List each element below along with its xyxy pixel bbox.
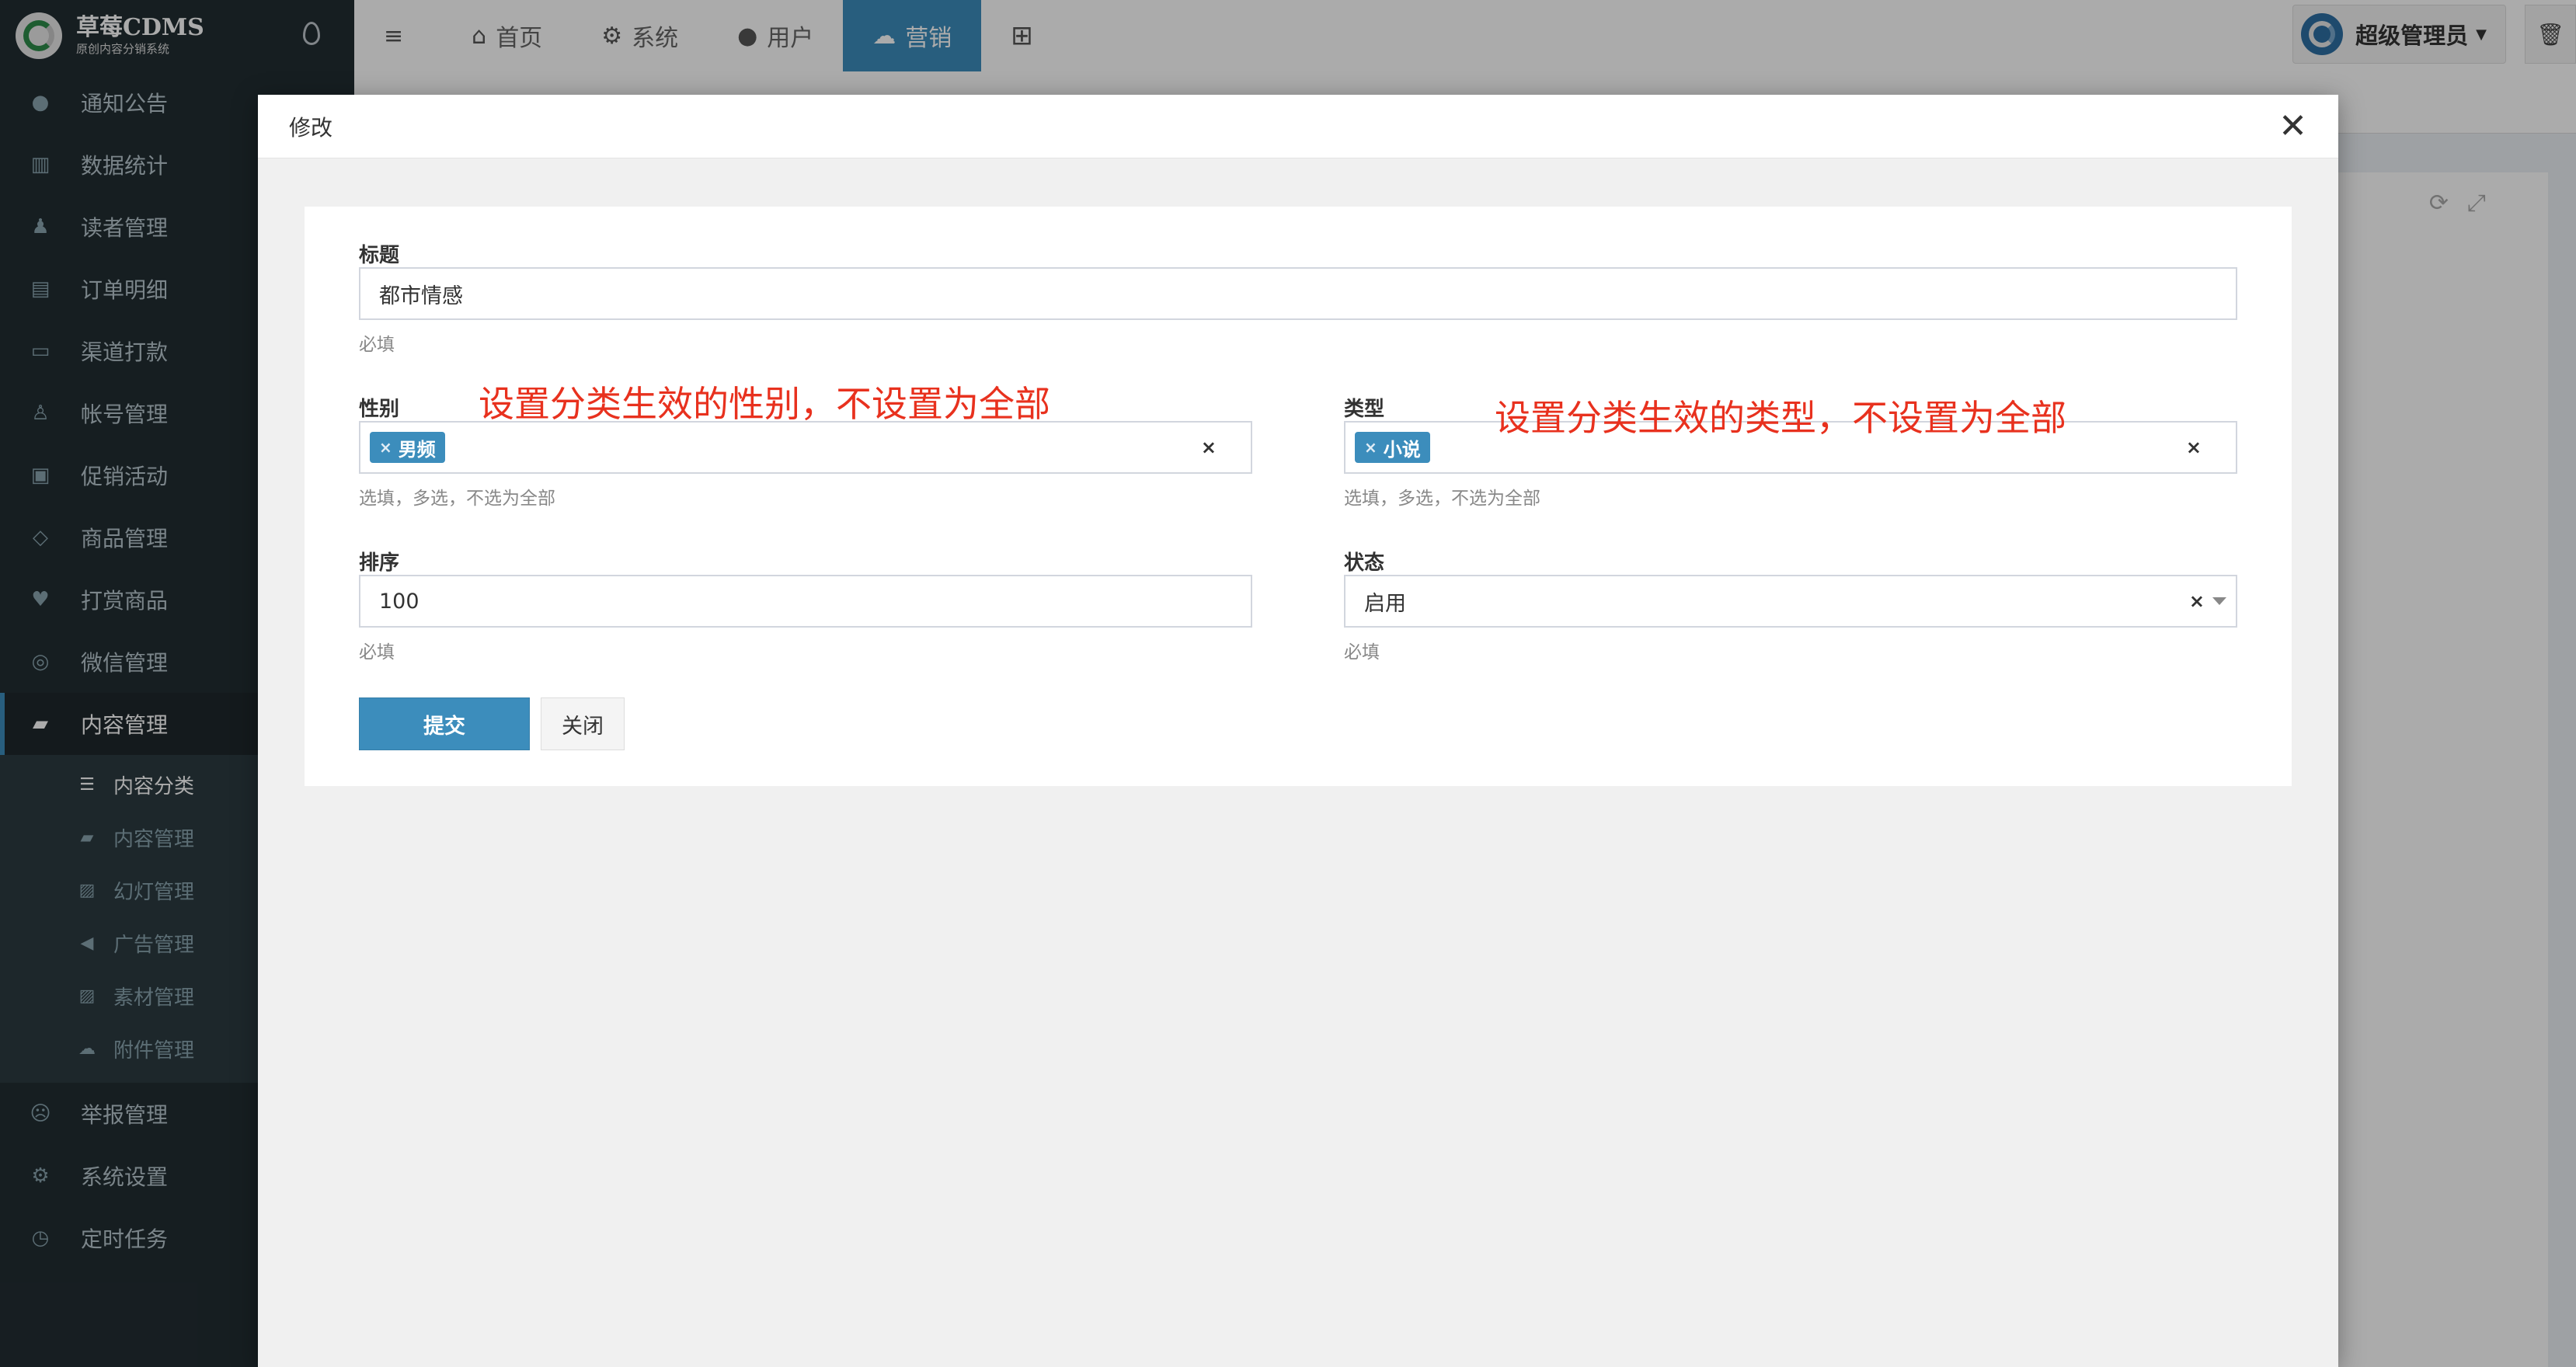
sort-field-group: 排序 100 必填 (359, 547, 1252, 663)
sort-input[interactable]: 100 (359, 575, 1252, 628)
dropdown-caret-icon[interactable] (2212, 597, 2226, 605)
status-help: 必填 (1344, 642, 1380, 663)
gender-help: 选填，多选，不选为全部 (359, 489, 555, 509)
edit-form: 标题 都市情感 必填 性别 × 男频 × 选填，多选，不选为全部 类型 × 小说 ×… (305, 207, 2292, 786)
close-button[interactable]: 关闭 (541, 697, 625, 750)
modal-header: 修改 ✕ (258, 95, 2338, 158)
title-field-group: 标题 都市情感 必填 (359, 239, 2237, 356)
clear-gender-icon[interactable]: × (1201, 437, 1217, 458)
type-annotation: 设置分类生效的类型，不设置为全部 (1495, 397, 2066, 439)
type-tag-label: 小说 (1383, 438, 1421, 461)
gender-select[interactable]: × 男频 × (359, 421, 1252, 474)
gender-annotation: 设置分类生效的性别，不设置为全部 (479, 383, 1050, 425)
status-label: 状态 (1344, 551, 1385, 575)
title-input[interactable]: 都市情感 (359, 267, 2237, 320)
modal-title: 修改 (289, 114, 333, 141)
sort-value: 100 (379, 589, 419, 614)
edit-modal: 修改 ✕ 标题 都市情感 必填 性别 × 男频 × 选填，多选，不选为全部 类型 … (258, 95, 2338, 1367)
sort-label: 排序 (359, 551, 400, 575)
title-label: 标题 (359, 244, 400, 267)
gender-tag[interactable]: × 男频 (370, 432, 445, 463)
status-select[interactable]: 启用 × (1344, 575, 2237, 628)
gender-tag-label: 男频 (398, 438, 436, 461)
sort-help: 必填 (359, 642, 395, 663)
title-help: 必填 (359, 335, 395, 355)
type-help: 选填，多选，不选为全部 (1344, 489, 1540, 509)
status-value: 启用 (1364, 591, 1406, 616)
title-value: 都市情感 (379, 283, 463, 308)
submit-button[interactable]: 提交 (359, 697, 530, 750)
close-icon[interactable]: ✕ (2278, 109, 2307, 144)
clear-status-icon[interactable]: × (2189, 590, 2205, 612)
status-field-group: 状态 启用 × 必填 (1344, 547, 2237, 663)
type-tag[interactable]: × 小说 (1355, 432, 1430, 463)
clear-type-icon[interactable]: × (2186, 437, 2202, 458)
remove-tag-icon[interactable]: × (1364, 438, 1377, 457)
remove-tag-icon[interactable]: × (379, 438, 392, 457)
